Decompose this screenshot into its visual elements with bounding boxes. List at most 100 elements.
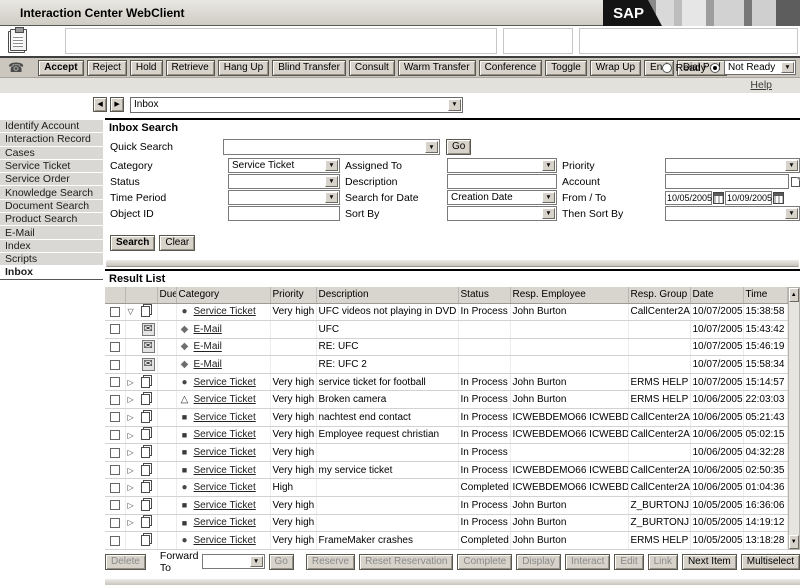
category-link[interactable]: Service Ticket bbox=[194, 394, 256, 405]
hang-up-button[interactable]: Hang Up bbox=[218, 60, 269, 76]
quick-search-go-button[interactable]: Go bbox=[446, 139, 471, 155]
col-due[interactable]: Due bbox=[157, 287, 176, 303]
quick-search-select[interactable]: ▼ bbox=[223, 139, 440, 155]
collapse-row-icon[interactable]: ▽ bbox=[128, 307, 138, 316]
category-link[interactable]: Service Ticket bbox=[194, 306, 256, 317]
sidebar-item-scripts[interactable]: Scripts bbox=[0, 253, 103, 266]
chevron-down-icon[interactable]: ▼ bbox=[325, 160, 338, 171]
clear-button[interactable]: Clear bbox=[159, 235, 195, 251]
row-checkbox[interactable] bbox=[110, 465, 120, 475]
link-button[interactable]: Link bbox=[648, 554, 678, 570]
expand-row-icon[interactable]: ▷ bbox=[128, 413, 138, 422]
category-link[interactable]: E-Mail bbox=[194, 324, 222, 335]
row-checkbox[interactable] bbox=[110, 324, 120, 334]
input-help-icon[interactable] bbox=[791, 177, 800, 187]
calendar-icon[interactable] bbox=[773, 192, 784, 204]
col-date[interactable]: Date bbox=[690, 287, 743, 303]
category-link[interactable]: Service Ticket bbox=[194, 465, 256, 476]
sidebar-item-service-order[interactable]: Service Order bbox=[0, 173, 103, 186]
warm-transfer-button[interactable]: Warm Transfer bbox=[398, 60, 476, 76]
chevron-down-icon[interactable]: ▼ bbox=[425, 141, 438, 153]
row-checkbox[interactable] bbox=[110, 307, 120, 317]
row-checkbox[interactable] bbox=[110, 518, 120, 528]
expand-row-icon[interactable]: ▷ bbox=[128, 448, 138, 457]
category-select[interactable]: Service Ticket▼ bbox=[228, 158, 340, 173]
workcenter-select[interactable]: Inbox ▼ bbox=[130, 97, 463, 113]
chevron-down-icon[interactable]: ▼ bbox=[785, 208, 798, 219]
display-button[interactable]: Display bbox=[516, 554, 561, 570]
sidebar-item-cases[interactable]: Cases bbox=[0, 147, 103, 160]
category-link[interactable]: Service Ticket bbox=[194, 447, 256, 458]
scrollbar-track[interactable] bbox=[789, 302, 800, 535]
sidebar-item-identify-account[interactable]: Identify Account bbox=[0, 120, 103, 133]
multiselect-button[interactable]: Multiselect bbox=[741, 554, 800, 570]
col-time[interactable]: Time bbox=[743, 287, 787, 303]
chevron-down-icon[interactable]: ▼ bbox=[325, 192, 338, 203]
forward-to-select[interactable]: ▼ bbox=[202, 554, 264, 569]
sidebar-item-index[interactable]: Index bbox=[0, 240, 103, 253]
time-period-select[interactable]: ▼ bbox=[228, 190, 340, 205]
chevron-down-icon[interactable]: ▼ bbox=[542, 208, 555, 219]
col-status[interactable]: Status bbox=[458, 287, 510, 303]
blind-transfer-button[interactable]: Blind Transfer bbox=[272, 60, 346, 76]
col-resp-employee[interactable]: Resp. Employee bbox=[510, 287, 628, 303]
conference-button[interactable]: Conference bbox=[479, 60, 543, 76]
search-for-date-select[interactable]: Creation Date▼ bbox=[447, 190, 557, 205]
sidebar-item-service-ticket[interactable]: Service Ticket bbox=[0, 160, 103, 173]
category-link[interactable]: Service Ticket bbox=[194, 377, 256, 388]
category-link[interactable]: E-Mail bbox=[194, 359, 222, 370]
category-link[interactable]: E-Mail bbox=[194, 342, 222, 353]
category-link[interactable]: Service Ticket bbox=[194, 517, 256, 528]
complete-button[interactable]: Complete bbox=[457, 554, 512, 570]
sidebar-item-document-search[interactable]: Document Search bbox=[0, 200, 103, 213]
category-link[interactable]: Service Ticket bbox=[194, 429, 256, 440]
reserve-button[interactable]: Reserve bbox=[306, 554, 355, 570]
expand-row-icon[interactable]: ▷ bbox=[128, 431, 138, 440]
reject-button[interactable]: Reject bbox=[87, 60, 127, 76]
expand-row-icon[interactable]: ▷ bbox=[128, 378, 138, 387]
category-link[interactable]: Service Ticket bbox=[194, 482, 256, 493]
hold-button[interactable]: Hold bbox=[130, 60, 163, 76]
status-select[interactable]: ▼ bbox=[228, 174, 340, 189]
row-checkbox[interactable] bbox=[110, 448, 120, 458]
interact-button[interactable]: Interact bbox=[565, 554, 610, 570]
priority-select[interactable]: ▼ bbox=[665, 158, 800, 173]
row-checkbox[interactable] bbox=[110, 360, 120, 370]
next-item-button[interactable]: Next Item bbox=[682, 554, 737, 570]
scroll-down-icon[interactable]: ▼ bbox=[789, 535, 800, 549]
category-link[interactable]: Service Ticket bbox=[194, 500, 256, 511]
col-priority[interactable]: Priority bbox=[270, 287, 316, 303]
expand-row-icon[interactable]: ▷ bbox=[128, 395, 138, 404]
help-link[interactable]: Help bbox=[750, 79, 772, 91]
toggle-button[interactable]: Toggle bbox=[545, 60, 586, 76]
not-ready-radio[interactable] bbox=[710, 63, 720, 73]
forward-go-button[interactable]: Go bbox=[269, 554, 294, 570]
consult-button[interactable]: Consult bbox=[349, 60, 395, 76]
sidebar-item-interaction-record[interactable]: Interaction Record bbox=[0, 133, 103, 146]
ready-radio[interactable] bbox=[662, 63, 672, 73]
object-id-input[interactable] bbox=[228, 206, 340, 221]
chevron-down-icon[interactable]: ▼ bbox=[448, 99, 461, 111]
from-to-date-to[interactable]: 10/09/2005 bbox=[725, 191, 772, 205]
search-button[interactable]: Search bbox=[110, 235, 155, 251]
delete-button[interactable]: Delete bbox=[105, 554, 146, 570]
reset-reservation-button[interactable]: Reset Reservation bbox=[359, 554, 453, 570]
sidebar-item-inbox[interactable]: Inbox bbox=[0, 266, 103, 279]
sort-by-select[interactable]: ▼ bbox=[447, 206, 557, 221]
from-to-date-from[interactable]: 10/05/2005 bbox=[665, 191, 712, 205]
chevron-down-icon[interactable]: ▼ bbox=[542, 192, 555, 203]
expand-row-icon[interactable]: ▷ bbox=[128, 466, 138, 475]
col-description[interactable]: Description bbox=[316, 287, 458, 303]
chevron-down-icon[interactable]: ▼ bbox=[250, 556, 263, 567]
col-resp-group[interactable]: Resp. Group bbox=[628, 287, 690, 303]
row-checkbox[interactable] bbox=[110, 342, 120, 352]
scroll-up-icon[interactable]: ▲ bbox=[789, 288, 800, 302]
row-checkbox[interactable] bbox=[110, 500, 120, 510]
then-sort-by-select[interactable]: ▼ bbox=[665, 206, 800, 221]
back-icon[interactable]: ◀ bbox=[93, 97, 107, 112]
edit-button[interactable]: Edit bbox=[614, 554, 643, 570]
retrieve-button[interactable]: Retrieve bbox=[166, 60, 215, 76]
row-checkbox[interactable] bbox=[110, 395, 120, 405]
accept-button[interactable]: Accept bbox=[38, 60, 83, 76]
chevron-down-icon[interactable]: ▼ bbox=[781, 62, 794, 73]
